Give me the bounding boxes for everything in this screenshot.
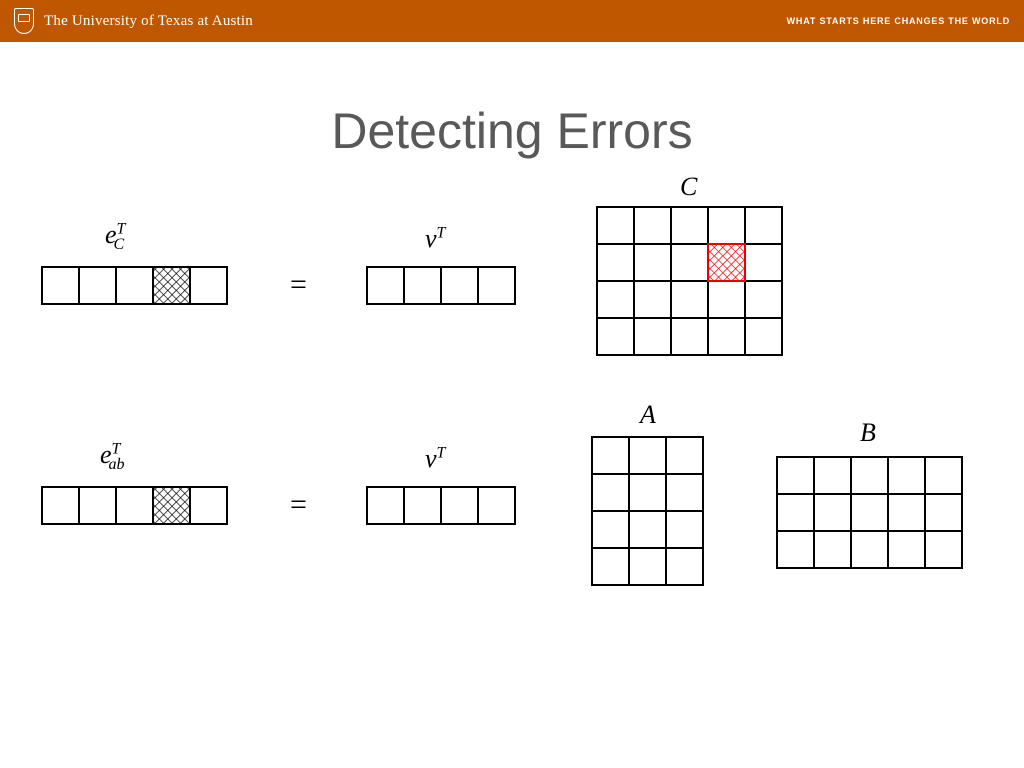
matrix-A <box>590 435 715 595</box>
label-vT-row1: vT <box>425 224 445 254</box>
label-vT1-base: v <box>425 224 437 253</box>
label-B: B <box>860 418 876 448</box>
vector-vT-row1 <box>365 265 525 310</box>
matrix-B <box>775 455 975 580</box>
vector-eabT <box>40 485 235 530</box>
label-vT-row2: vT <box>425 444 445 474</box>
label-eCT-sub: C <box>113 236 124 253</box>
label-C: C <box>680 172 697 202</box>
banner-tagline: WHAT STARTS HERE CHANGES THE WORLD <box>787 16 1010 26</box>
label-A: A <box>640 400 656 430</box>
matrix-C <box>595 205 795 365</box>
vector-vT-row2 <box>365 485 525 530</box>
label-eabT-sub: ab <box>108 456 124 473</box>
university-name: The University of Texas at Austin <box>44 13 253 30</box>
banner-left: The University of Texas at Austin <box>14 8 253 34</box>
label-vT1-sup: T <box>437 224 446 241</box>
shield-icon <box>14 8 34 34</box>
slide-title: Detecting Errors <box>0 102 1024 160</box>
university-banner: The University of Texas at Austin WHAT S… <box>0 0 1024 42</box>
label-eCT: eTC <box>105 220 124 254</box>
label-vT2-base: v <box>425 444 437 473</box>
label-eabT: eTab <box>100 440 124 474</box>
label-vT2-sup: T <box>437 444 446 461</box>
label-eabT-sup: T <box>112 440 121 457</box>
equals-row1: = <box>290 268 307 302</box>
label-eCT-sup: T <box>117 220 126 237</box>
vector-eCT <box>40 265 235 310</box>
equals-row2: = <box>290 488 307 522</box>
